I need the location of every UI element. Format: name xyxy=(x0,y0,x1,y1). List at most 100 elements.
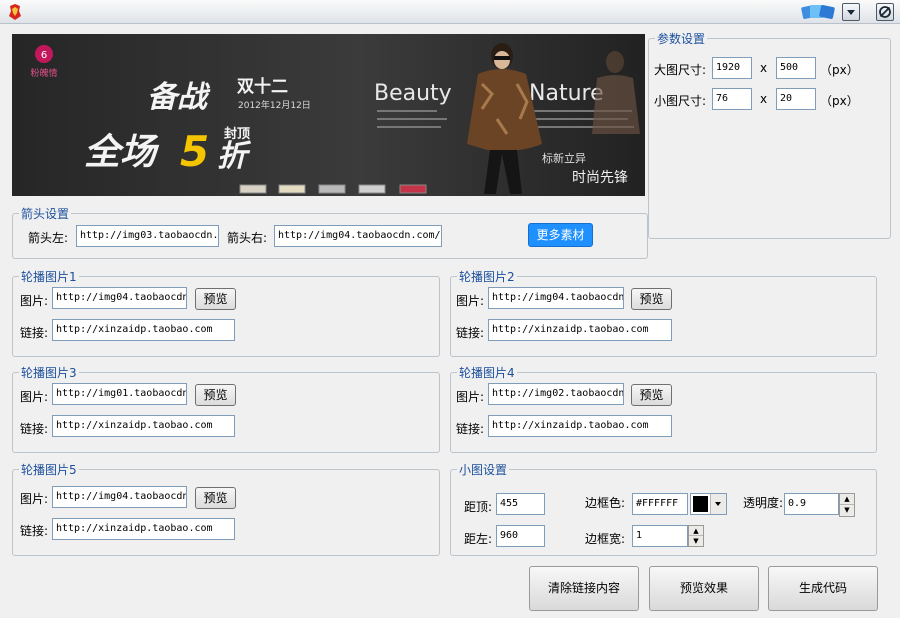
top-offset-input[interactable]: 455 xyxy=(496,493,545,515)
x-separator: x xyxy=(760,92,768,106)
svg-text:封顶: 封顶 xyxy=(224,126,250,142)
link-label: 链接: xyxy=(20,326,49,340)
title-bar xyxy=(0,0,900,24)
chevron-down-icon xyxy=(710,494,726,514)
carousel-legend: 轮播图片2 xyxy=(459,270,515,284)
left-offset-label: 距左: xyxy=(464,532,493,546)
more-materials-button[interactable]: 更多素材 xyxy=(528,223,593,247)
opacity-label: 透明度: xyxy=(743,496,784,510)
spin-down-icon[interactable]: ▼ xyxy=(689,536,703,546)
image-label: 图片: xyxy=(20,390,49,404)
arrow-legend: 箭头设置 xyxy=(21,207,70,221)
svg-text:时尚先锋: 时尚先锋 xyxy=(572,170,628,186)
spin-up-icon[interactable]: ▲ xyxy=(689,526,703,536)
border-color-label: 边框色: xyxy=(585,496,626,510)
spin-down-icon[interactable]: ▼ xyxy=(840,505,854,516)
close-button[interactable] xyxy=(876,3,894,21)
app-icon xyxy=(9,4,21,20)
banner-artwork: 6 粉魄情 备战 双十二 2012年12月12日 全场 5 折 封顶 Beaut… xyxy=(12,34,645,196)
border-width-label: 边框宽: xyxy=(585,532,626,546)
arrow-right-label: 箭头右: xyxy=(227,231,268,245)
skin-icon[interactable] xyxy=(800,2,838,22)
svg-text:Beauty: Beauty xyxy=(374,81,452,106)
carousel-group-2: 轮播图片2 xyxy=(450,268,877,357)
carousel-group-4: 轮播图片4 xyxy=(450,364,877,453)
big-width-input[interactable]: 1920 xyxy=(712,57,752,79)
generate-code-button[interactable]: 生成代码 xyxy=(768,566,878,611)
small-height-input[interactable]: 20 xyxy=(776,88,816,110)
preview-button-3[interactable]: 预览 xyxy=(195,384,236,406)
thumb-legend: 小图设置 xyxy=(459,463,508,477)
big-size-label: 大图尺寸: xyxy=(654,63,707,77)
svg-text:双十二: 双十二 xyxy=(237,76,288,97)
link-url-input-5[interactable]: http://xinzaidp.taobao.com xyxy=(52,518,235,540)
arrow-left-input[interactable]: http://img03.taobaocdn.com/ xyxy=(76,225,219,247)
image-url-input-4[interactable]: http://img02.taobaocdn xyxy=(488,383,624,405)
banner-preview: 6 粉魄情 备战 双十二 2012年12月12日 全场 5 折 封顶 Beaut… xyxy=(12,34,645,196)
link-label: 链接: xyxy=(456,326,485,340)
link-label: 链接: xyxy=(20,524,49,538)
image-label: 图片: xyxy=(456,390,485,404)
link-url-input-2[interactable]: http://xinzaidp.taobao.com xyxy=(488,319,672,341)
px-unit: （px） xyxy=(820,94,859,108)
banner-thumb-5 xyxy=(399,184,427,194)
px-unit: （px） xyxy=(820,63,859,77)
carousel-legend: 轮播图片5 xyxy=(21,463,77,477)
banner-thumb-3 xyxy=(318,184,346,194)
carousel-group-1: 轮播图片1 xyxy=(12,268,440,357)
carousel-group-3: 轮播图片3 xyxy=(12,364,440,453)
svg-text:折: 折 xyxy=(217,139,252,174)
small-width-input[interactable]: 76 xyxy=(712,88,752,110)
big-height-input[interactable]: 500 xyxy=(776,57,816,79)
color-picker-dropdown[interactable] xyxy=(690,493,727,515)
opacity-spinner[interactable]: ▲ ▼ xyxy=(839,493,855,517)
preview-button-1[interactable]: 预览 xyxy=(195,288,236,310)
minimize-button[interactable] xyxy=(842,3,860,21)
link-url-input-3[interactable]: http://xinzaidp.taobao.com xyxy=(52,415,235,437)
arrow-right-input[interactable]: http://img04.taobaocdn.com/i xyxy=(274,225,442,247)
close-icon xyxy=(879,6,891,18)
banner-thumb-1 xyxy=(239,184,267,194)
chevron-down-icon xyxy=(847,10,855,15)
link-label: 链接: xyxy=(456,422,485,436)
svg-text:粉魄情: 粉魄情 xyxy=(30,67,57,79)
image-url-input-1[interactable]: http://img04.taobaocdn xyxy=(52,287,187,309)
svg-text:5: 5 xyxy=(180,127,209,176)
image-url-input-2[interactable]: http://img04.taobaocdn xyxy=(488,287,624,309)
small-size-label: 小图尺寸: xyxy=(654,94,707,108)
svg-text:Nature: Nature xyxy=(529,81,604,106)
banner-thumb-4 xyxy=(358,184,386,194)
preview-button-2[interactable]: 预览 xyxy=(631,288,672,310)
opacity-input[interactable]: 0.9 xyxy=(784,493,839,515)
svg-text:6: 6 xyxy=(41,50,47,61)
top-offset-label: 距顶: xyxy=(464,500,493,514)
link-url-input-1[interactable]: http://xinzaidp.taobao.com xyxy=(52,319,235,341)
banner-headline-2: 全场 xyxy=(84,132,160,173)
carousel-legend: 轮播图片3 xyxy=(21,366,77,380)
left-offset-input[interactable]: 960 xyxy=(496,525,545,547)
svg-text:2012年12月12日: 2012年12月12日 xyxy=(238,99,311,111)
carousel-legend: 轮播图片1 xyxy=(21,270,77,284)
banner-thumb-2 xyxy=(278,184,306,194)
preview-button-5[interactable]: 预览 xyxy=(195,487,236,509)
spin-up-icon[interactable]: ▲ xyxy=(840,494,854,505)
border-color-input[interactable]: #FFFFFF xyxy=(632,493,688,515)
image-url-input-5[interactable]: http://img04.taobaocdn xyxy=(52,486,187,508)
link-url-input-4[interactable]: http://xinzaidp.taobao.com xyxy=(488,415,672,437)
image-label: 图片: xyxy=(20,294,49,308)
clear-links-button[interactable]: 清除链接内容 xyxy=(529,566,639,611)
svg-text:标新立异: 标新立异 xyxy=(542,151,586,165)
link-label: 链接: xyxy=(20,422,49,436)
x-separator: x xyxy=(760,61,768,75)
banner-headline-1: 备战 xyxy=(147,80,211,115)
preview-effect-button[interactable]: 预览效果 xyxy=(649,566,759,611)
border-width-spinner[interactable]: ▲ ▼ xyxy=(688,525,704,547)
carousel-legend: 轮播图片4 xyxy=(459,366,515,380)
image-label: 图片: xyxy=(20,492,49,506)
color-swatch xyxy=(693,496,708,512)
arrow-left-label: 箭头左: xyxy=(28,231,69,245)
image-url-input-3[interactable]: http://img01.taobaocdn xyxy=(52,383,187,405)
params-legend: 参数设置 xyxy=(657,32,706,46)
preview-button-4[interactable]: 预览 xyxy=(631,384,672,406)
border-width-input[interactable]: 1 xyxy=(632,525,688,547)
